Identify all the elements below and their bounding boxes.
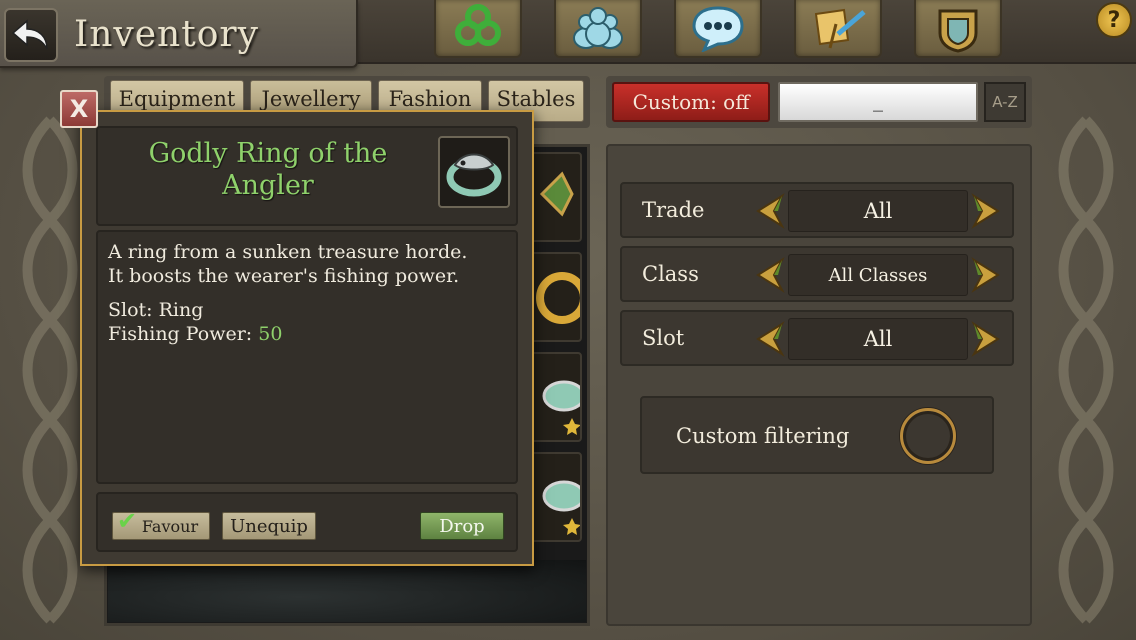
popup-corner-ornament [520, 110, 534, 124]
arrow-left-icon[interactable] [752, 320, 788, 358]
back-button[interactable] [4, 8, 58, 62]
popup-corner-ornament [80, 552, 94, 566]
help-button[interactable]: ? [1096, 2, 1132, 38]
filter-row-class: Class All Classes [620, 246, 1014, 302]
arrow-left-icon[interactable] [752, 192, 788, 230]
quest-scroll-icon [814, 8, 866, 49]
item-name: Godly Ring of the Angler [148, 138, 388, 201]
nav-button-quest[interactable] [794, 0, 882, 58]
custom-filtering-row[interactable]: Custom filtering [640, 396, 994, 474]
description-line: It boosts the wearer's fishing power. [108, 265, 460, 287]
fish-ring-icon [446, 153, 502, 197]
search-input[interactable]: _ [778, 82, 978, 122]
fishing-power-label: Fishing Power: [108, 323, 259, 345]
arrow-right-icon[interactable] [968, 192, 1004, 230]
item-slot[interactable] [530, 152, 582, 242]
filter-label: Slot [642, 326, 685, 350]
nav-button-guild[interactable] [914, 0, 1002, 58]
arrow-right-icon[interactable] [968, 320, 1004, 358]
filter-row-trade: Trade All [620, 182, 1014, 238]
back-arrow-icon [11, 19, 48, 50]
custom-toggle-button[interactable]: Custom: off [612, 82, 770, 122]
item-icon-frame [438, 136, 510, 208]
filter-value: All [788, 318, 968, 360]
item-slot[interactable] [530, 252, 582, 342]
custom-filtering-label: Custom filtering [676, 424, 850, 448]
nav-button-triskele[interactable] [434, 0, 522, 58]
popup-actions: ✔ Favour Unequip Drop [96, 492, 518, 552]
popup-header: Godly Ring of the Angler [96, 126, 518, 226]
celtic-knot-decoration-right [1058, 116, 1114, 624]
item-detail-popup: Godly Ring of the Angler A ring from a s… [80, 110, 534, 566]
item-slot[interactable] [530, 452, 582, 542]
drop-button[interactable]: Drop [420, 512, 504, 540]
filter-label: Class [642, 262, 699, 286]
filter-value: All Classes [788, 254, 968, 296]
fish-ring-icon [542, 380, 580, 435]
celtic-knot-decoration-left [22, 116, 78, 624]
gold-bracer-icon [536, 272, 580, 324]
title-plate: Inventory [0, 0, 358, 68]
description-line: A ring from a sunken treasure horde. [108, 241, 468, 263]
arrow-right-icon[interactable] [968, 256, 1004, 294]
filter-value: All [788, 190, 968, 232]
chat-icon [692, 6, 744, 52]
fishing-power-stat: Fishing Power: 50 [108, 322, 506, 346]
fish-ring-icon [542, 480, 580, 535]
page-title: Inventory [74, 14, 259, 55]
filter-row-slot: Slot All [620, 310, 1014, 366]
arrow-left-icon[interactable] [752, 256, 788, 294]
favour-button[interactable]: ✔ Favour [112, 507, 210, 540]
custom-filtering-toggle[interactable] [900, 408, 956, 464]
friends-icon [573, 7, 623, 49]
fishing-power-value: 50 [258, 323, 283, 345]
popup-description: A ring from a sunken treasure horde. It … [96, 230, 518, 484]
close-popup-button[interactable]: X [60, 90, 98, 128]
checkmark-icon: ✔ [117, 507, 138, 535]
item-slot[interactable] [530, 352, 582, 442]
unequip-button[interactable]: Unequip [222, 512, 316, 540]
sort-az-button[interactable]: A-Z [984, 82, 1026, 122]
guild-crest-icon [938, 9, 978, 53]
amulet-icon [539, 171, 574, 217]
slot-stat: Slot: Ring [108, 299, 204, 321]
triskele-icon [455, 4, 501, 46]
list-background-art [108, 560, 586, 622]
nav-button-chat[interactable] [674, 0, 762, 58]
favour-label: Favour [141, 516, 199, 536]
filter-label: Trade [642, 198, 705, 222]
nav-button-friends[interactable] [554, 0, 642, 58]
